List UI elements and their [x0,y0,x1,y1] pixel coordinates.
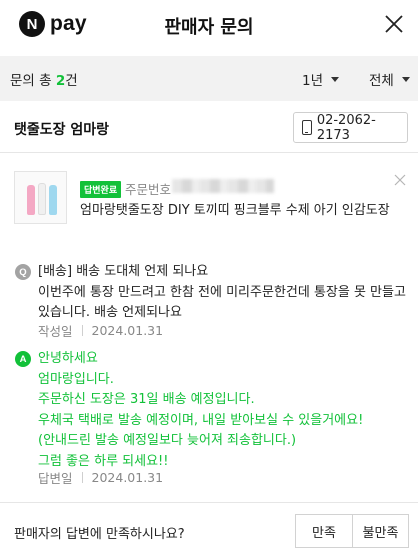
status-dropdown[interactable]: 전체 [369,69,410,89]
period-dropdown-value: 1년 [302,73,324,89]
inquiry-count-value: 2 [55,73,66,89]
pink-stamp-image [27,185,35,215]
top-bar: N pay 판매자 문의 [0,0,418,50]
filter-bar: 문의 총 2건 1년 전체 [0,56,418,101]
divider [81,472,83,483]
answer-meta: 답변일 2024.01.31 [38,468,163,487]
inquiry-count: 문의 총 2건 [10,69,78,89]
question-date-label: 작성일 [38,324,73,339]
question-title: [배송] 배송 도대체 언제 되나요 [38,264,209,279]
close-icon[interactable] [384,14,404,34]
answer-line: 우체국 택배로 발송 예정이며, 내일 받아보실 수 있을거에요! [38,412,364,428]
answer-line: 주문하신 도장은 31일 배송 예정입니다. [38,392,255,407]
question-body: 이번주에 통장 만드려고 한참 전에 미리주문한건데 통장을 못 만들고 있습니… [38,284,406,321]
answer-date: 2024.01.31 [91,470,164,485]
answer-icon: A [15,351,31,367]
answer-content: 안녕하세요 엄마랑입니다. 주문하신 도장은 31일 배송 예정입니다. 우체국… [38,349,408,472]
order-number-label: 주문번호 [125,182,172,197]
chevron-down-icon [331,76,340,82]
satisfaction-question: 판매자의 답변에 만족하시나요? [14,527,185,542]
question-icon: Q [15,264,31,280]
white-stamp-image [38,183,46,215]
inquiry-count-label: 문의 총 [10,73,56,89]
product-thumbnail[interactable] [14,171,67,224]
seller-row: 탯줄도장 엄마랑 02-2062-2173 [0,101,418,153]
answer-line: 안녕하세요 [38,351,98,366]
answer-line: (안내드린 발송 예정일보다 늦어져 죄송합니다.) [38,433,297,448]
status-dropdown-value: 전체 [369,73,394,89]
question-meta: 작성일 2024.01.31 [38,321,163,340]
seller-name: 탯줄도장 엄마랑 [14,122,110,138]
satisfied-button[interactable]: 만족 [295,514,353,548]
divider [81,325,83,336]
inquiry-count-suffix: 건 [65,73,78,89]
close-icon[interactable] [394,174,406,186]
question-content: [배송] 배송 도대체 언제 되나요 이번주에 통장 만드려고 한참 전에 미리… [38,262,408,324]
seller-phone-number: 02-2062-2173 [316,112,376,143]
chevron-down-icon [401,76,410,82]
answer-line: 엄마랑입니다. [38,371,114,387]
phone-icon [302,120,312,135]
satisfaction-bar: 판매자의 답변에 만족하시나요? 만족 불만족 [0,502,418,556]
answer-date-label: 답변일 [38,471,73,486]
page-title: 판매자 문의 [164,17,254,38]
product-name[interactable]: 엄마랑탯줄도장 DIY 토끼띠 핑크블루 수제 아기 인감도장 [80,199,390,218]
order-number-redacted [172,179,274,193]
seller-phone-button[interactable]: 02-2062-2173 [293,112,408,143]
blue-stamp-image [49,185,57,215]
status-badge: 답변완료 [80,181,122,198]
product-card: 답변완료 주문번호 엄마랑탯줄도장 DIY 토끼띠 핑크블루 수제 아기 인감도… [0,168,418,230]
unsatisfied-button[interactable]: 불만족 [352,514,409,548]
question-date: 2024.01.31 [91,323,164,338]
period-dropdown[interactable]: 1년 [302,69,340,89]
